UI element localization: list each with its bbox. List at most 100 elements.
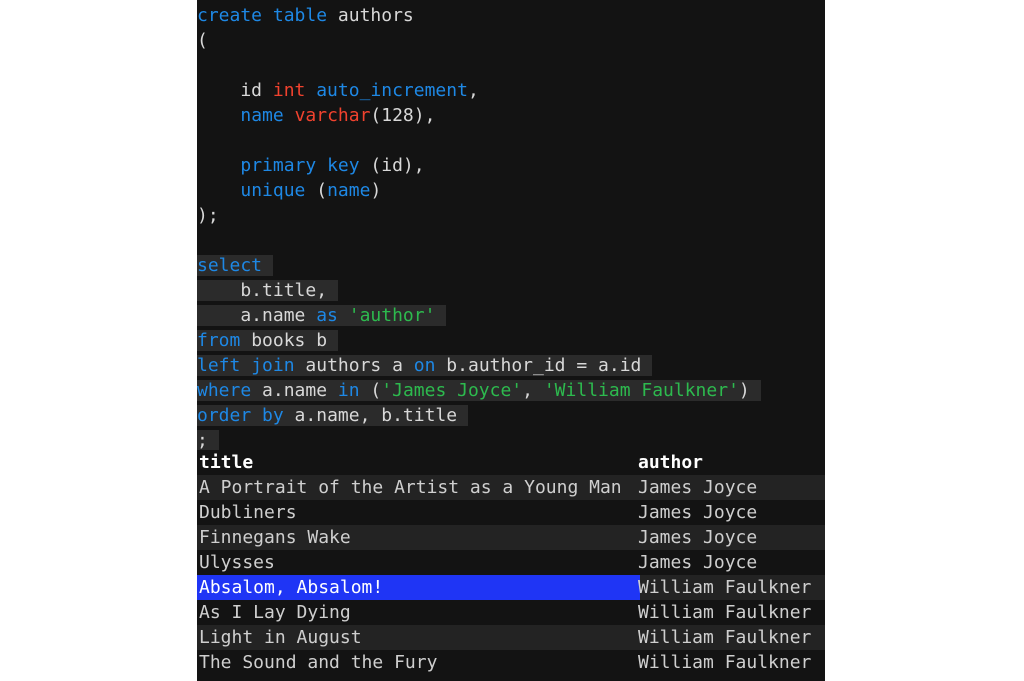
cell-author[interactable]: William Faulkner [638, 575, 825, 600]
sql-line-text: primary key (id), [197, 155, 425, 176]
sql-token: ; [197, 430, 208, 451]
table-row[interactable]: Ulysses James Joyce [197, 550, 825, 575]
sql-token: select [197, 255, 263, 276]
cell-title[interactable]: A Portrait of the Artist as a Young Man [197, 475, 640, 500]
sql-token: table [272, 5, 328, 26]
sql-editor[interactable]: create table authors ( id int auto_increm… [197, 0, 825, 453]
sql-line[interactable] [197, 53, 825, 78]
sql-token: primary [240, 155, 317, 176]
sql-token: varchar [294, 105, 371, 126]
cell-author[interactable]: William Faulkner [638, 650, 825, 675]
sql-line-text: ); [197, 205, 219, 226]
sql-token: ( [305, 180, 328, 201]
cell-title[interactable]: Dubliners [197, 500, 640, 525]
sql-token: 'James Joyce' [381, 380, 523, 401]
cell-author[interactable]: James Joyce [638, 500, 825, 525]
cell-title[interactable]: The Sound and the Fury [197, 650, 640, 675]
sql-line-selected-text: where a.name in ('James Joyce', 'William… [197, 380, 761, 401]
sql-token: , [467, 80, 479, 101]
screen: create table authors ( id int auto_increm… [0, 0, 1024, 681]
sql-line[interactable]: a.name as 'author' [197, 303, 825, 328]
sql-line-text: id int auto_increment, [197, 80, 479, 101]
sql-line-text: create table authors [197, 5, 414, 26]
column-header-title[interactable]: title [197, 450, 640, 475]
sql-token: order [197, 405, 252, 426]
column-header-author[interactable]: author [638, 450, 825, 475]
sql-line[interactable]: create table authors [197, 3, 825, 28]
sql-line[interactable]: name varchar(128), [197, 103, 825, 128]
sql-line-selected-text: a.name as 'author' [197, 305, 447, 326]
sql-token: left [197, 355, 241, 376]
sql-line-selected-text: b.title, [197, 280, 338, 301]
cell-author[interactable]: William Faulkner [638, 600, 825, 625]
table-row[interactable]: As I Lay Dying William Faulkner [197, 600, 825, 625]
table-row[interactable]: Finnegans Wake James Joyce [197, 525, 825, 550]
sql-line[interactable]: ); [197, 203, 825, 228]
sql-token: on [413, 355, 436, 376]
sql-token: auto_increment [316, 80, 468, 101]
sql-token: where [197, 380, 252, 401]
sql-line-text: ( [197, 30, 208, 51]
sql-token: in [337, 380, 360, 401]
sql-token: authors [327, 5, 414, 26]
table-row[interactable]: Dubliners James Joyce [197, 500, 825, 525]
sql-token: 'William Faulkner' [543, 380, 739, 401]
sql-token: ) [370, 180, 382, 201]
sql-token: name [327, 180, 371, 201]
sql-line[interactable]: where a.name in ('James Joyce', 'William… [197, 378, 825, 403]
sql-token: authors a [294, 355, 414, 376]
cell-title[interactable]: As I Lay Dying [197, 600, 640, 625]
query-results-grid[interactable]: title author A Portrait of the Artist as a… [197, 450, 825, 675]
sql-token: from [197, 330, 241, 351]
cell-title[interactable]: Light in August [197, 625, 640, 650]
table-row[interactable]: Absalom, Absalom! William Faulkner [197, 575, 825, 600]
sql-line[interactable] [197, 228, 825, 253]
cell-title-selected[interactable]: Absalom, Absalom! [197, 575, 640, 600]
sql-line[interactable] [197, 128, 825, 153]
sql-token: as [316, 305, 338, 326]
sql-line[interactable]: id int auto_increment, [197, 78, 825, 103]
sql-line-selected-text: ; [197, 430, 219, 451]
cell-author[interactable]: James Joyce [638, 550, 825, 575]
cell-author[interactable]: James Joyce [638, 475, 825, 500]
sql-line[interactable]: left join authors a on b.author_id = a.i… [197, 353, 825, 378]
cell-title[interactable]: Ulysses [197, 550, 640, 575]
sql-token: , [522, 380, 544, 401]
sql-line[interactable]: unique (name) [197, 178, 825, 203]
sql-token: create [197, 5, 263, 26]
sql-token: a.name, b.title [283, 405, 458, 426]
sql-token: (128), [370, 105, 436, 126]
sql-line-text: name varchar(128), [197, 105, 435, 126]
cell-author[interactable]: James Joyce [638, 525, 825, 550]
sql-line[interactable]: b.title, [197, 278, 825, 303]
sql-line-selected-text: left join authors a on b.author_id = a.i… [197, 355, 653, 376]
table-row[interactable]: The Sound and the Fury William Faulkner [197, 650, 825, 675]
cell-author[interactable]: William Faulkner [638, 625, 825, 650]
sql-token: ( [359, 380, 382, 401]
sql-token: unique [240, 180, 306, 201]
sql-line[interactable]: primary key (id), [197, 153, 825, 178]
sql-token: a.name [251, 380, 338, 401]
sql-token: key [327, 155, 360, 176]
table-row[interactable]: Light in August William Faulkner [197, 625, 825, 650]
sql-token: a.name [197, 305, 317, 326]
table-row[interactable]: A Portrait of the Artist as a Young Man J… [197, 475, 825, 500]
sql-token: name [240, 105, 284, 126]
cell-title[interactable]: Finnegans Wake [197, 525, 640, 550]
sql-line[interactable]: order by a.name, b.title [197, 403, 825, 428]
sql-token: ); [197, 205, 219, 226]
sql-line[interactable]: from books b [197, 328, 825, 353]
sql-token: (id), [359, 155, 425, 176]
sql-line-selected-text: from books b [197, 330, 338, 351]
sql-token: b.author_id = a.id [435, 355, 642, 376]
sql-line[interactable]: ( [197, 28, 825, 53]
sql-line-selected-text: select [197, 255, 273, 276]
sql-line[interactable]: select [197, 253, 825, 278]
